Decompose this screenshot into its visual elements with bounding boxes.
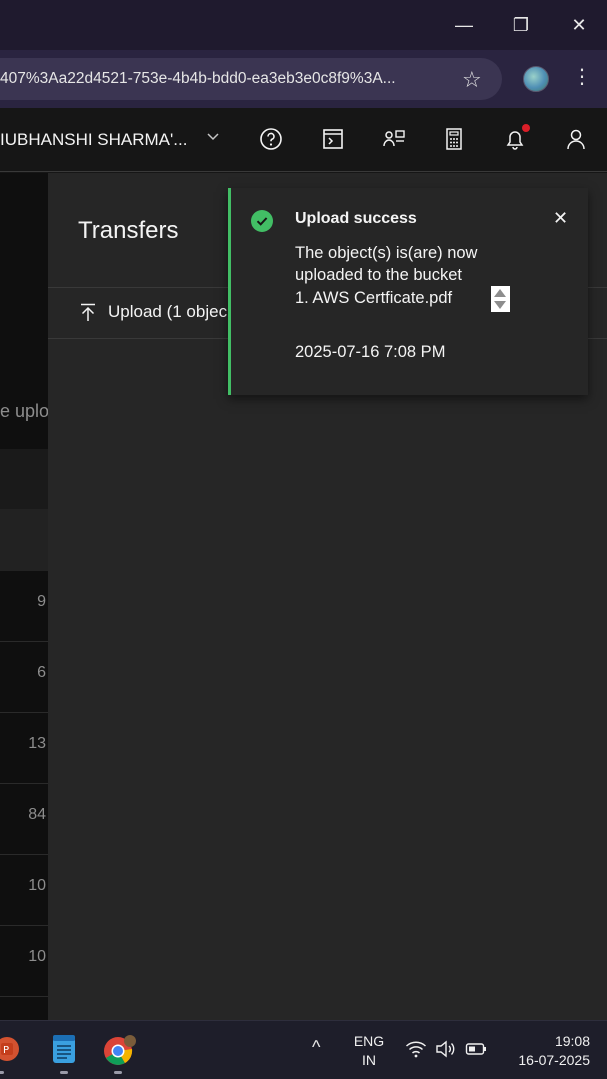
system-clock[interactable]: 19:08 16-07-2025: [500, 1032, 590, 1070]
table-row[interactable]: 6: [0, 642, 48, 713]
powerpoint-icon[interactable]: P: [0, 1033, 22, 1065]
table-row[interactable]: 10: [0, 926, 48, 997]
table-row[interactable]: 84: [0, 784, 48, 855]
toast-title: Upload success: [295, 210, 417, 227]
upload-transfer-label: Upload (1 objec: [108, 302, 228, 321]
chevron-down-icon[interactable]: [205, 128, 221, 149]
background-table-toolbar: [0, 449, 48, 509]
window-titlebar: — ❐ ✕: [0, 0, 607, 50]
account-switcher[interactable]: IUBHANSHI SHARMA'...: [0, 130, 187, 150]
background-page: e uplo 9 6 13 84 10 10: [0, 173, 48, 1020]
scroll-down-arrow-icon[interactable]: [494, 301, 506, 309]
battery-icon[interactable]: [465, 1039, 487, 1059]
scroll-spinner[interactable]: [491, 286, 510, 312]
taskbar: P ^ ENG IN 19:08 16-07-2025: [0, 1020, 607, 1079]
scroll-up-arrow-icon[interactable]: [494, 289, 506, 297]
toast-file-name: 1. AWS Certficate.pdf: [295, 289, 453, 307]
chrome-icon[interactable]: [103, 1033, 136, 1065]
restore-button[interactable]: ❐: [508, 12, 534, 38]
switcher-icon[interactable]: [379, 124, 409, 154]
transfers-title: Transfers: [78, 217, 179, 244]
toast-timestamp: 2025-07-16 7:08 PM: [295, 343, 446, 361]
upload-success-toast: Upload success ✕ The object(s) is(are) n…: [228, 188, 588, 395]
toast-message: The object(s) is(are) now uploaded to th…: [295, 244, 478, 284]
notepad-icon[interactable]: [49, 1033, 79, 1065]
bookmark-star-icon[interactable]: ☆: [462, 67, 482, 93]
app-header: IUBHANSHI SHARMA'...: [0, 108, 607, 172]
wifi-icon[interactable]: [405, 1039, 427, 1059]
url-text[interactable]: 407%3Aa22d4521-753e-4b4b-bdd0-ea3eb3e0c8…: [0, 70, 396, 88]
svg-text:P: P: [3, 1045, 9, 1056]
notification-badge: [522, 124, 530, 132]
app-running-indicator: [60, 1071, 68, 1074]
volume-icon[interactable]: [435, 1039, 457, 1059]
user-icon[interactable]: [561, 124, 591, 154]
table-row[interactable]: 13: [0, 713, 48, 784]
table-row[interactable]: 9: [0, 571, 48, 642]
show-hidden-icons-chevron-icon[interactable]: ^: [312, 1037, 320, 1058]
address-bar[interactable]: 407%3Aa22d4521-753e-4b4b-bdd0-ea3eb3e0c8…: [0, 58, 502, 100]
help-icon[interactable]: [256, 124, 286, 154]
calculator-icon[interactable]: [439, 124, 469, 154]
minimize-button[interactable]: —: [451, 12, 477, 38]
browser-menu-icon[interactable]: ⋮: [572, 64, 592, 89]
terminal-icon[interactable]: [318, 124, 348, 154]
app-running-indicator: [114, 1071, 122, 1074]
background-upload-text: e uplo: [0, 401, 48, 421]
browser-toolbar: 407%3Aa22d4521-753e-4b4b-bdd0-ea3eb3e0c8…: [0, 50, 607, 108]
table-row[interactable]: 10: [0, 855, 48, 926]
checkmark-filled-icon: [251, 210, 273, 232]
profile-avatar[interactable]: [523, 66, 549, 92]
language-indicator[interactable]: ENG IN: [352, 1032, 386, 1070]
background-table-header: [0, 509, 48, 571]
close-icon[interactable]: ✕: [553, 208, 568, 229]
close-button[interactable]: ✕: [566, 12, 592, 38]
upload-icon: [78, 302, 98, 322]
app-running-indicator: [0, 1071, 4, 1074]
